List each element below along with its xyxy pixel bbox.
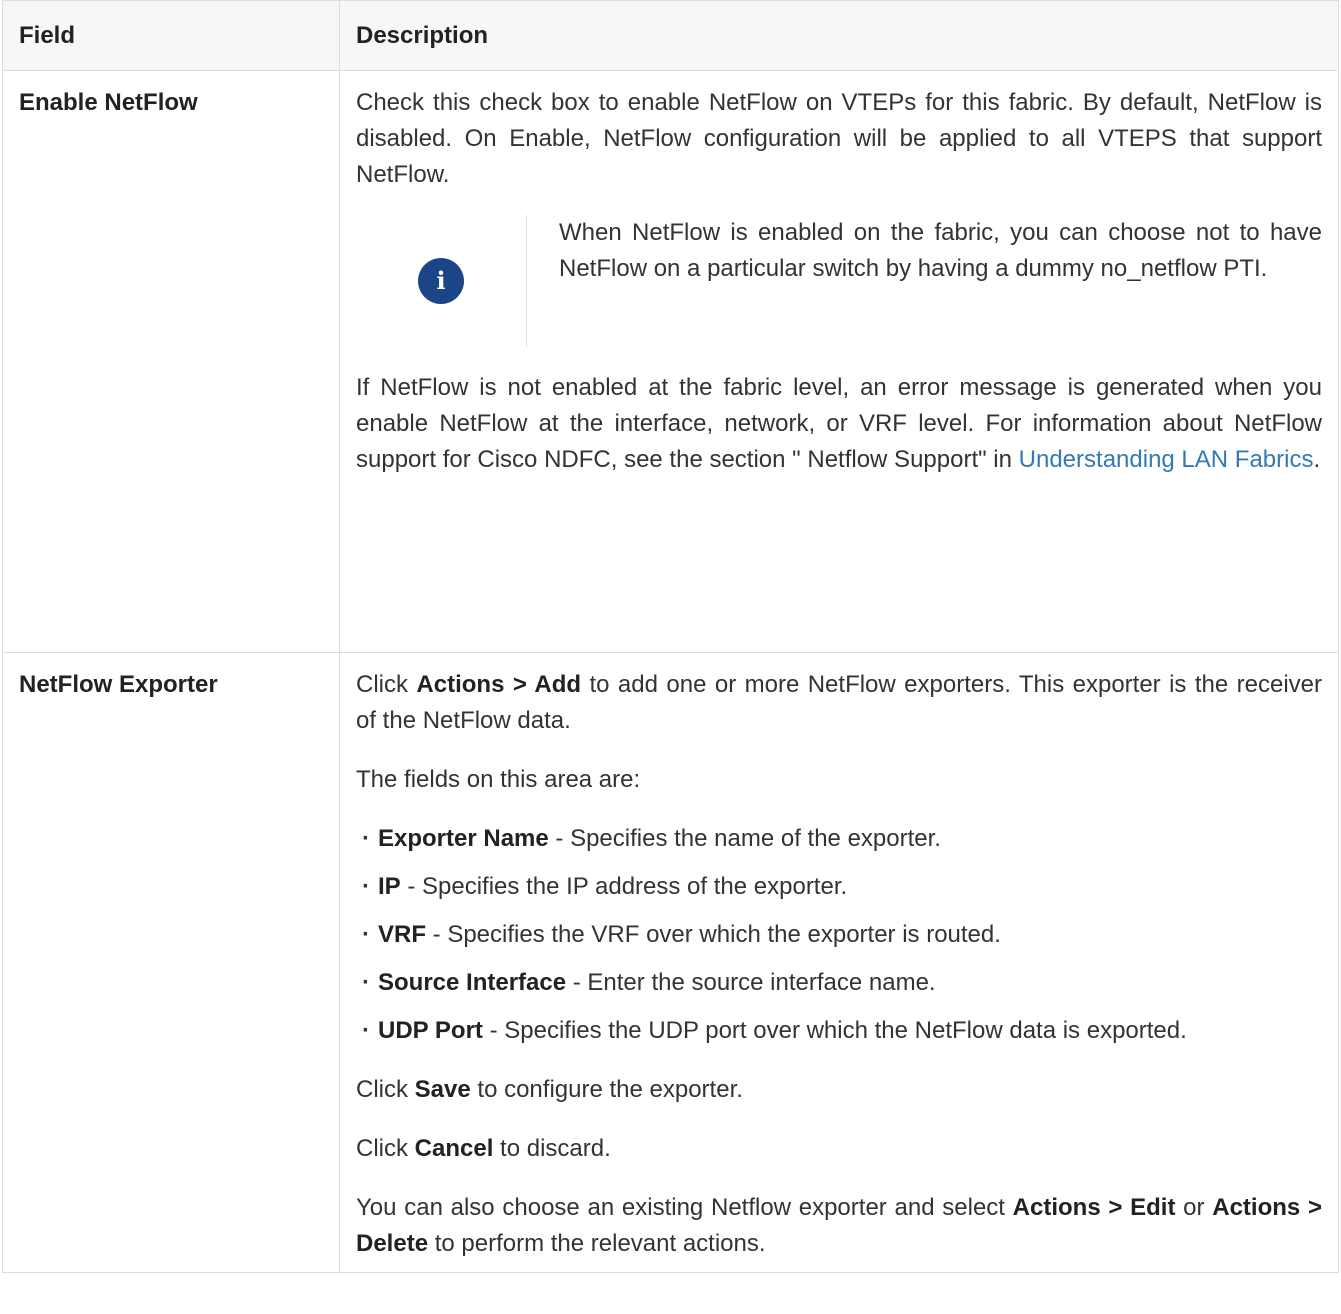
description-paragraph: If NetFlow is not enabled at the fabric … — [356, 374, 1322, 473]
note-text: When NetFlow is enabled on the fabric, y… — [559, 219, 1322, 282]
header-description: Description — [339, 0, 1339, 71]
description-paragraph: Click Actions > Add to add one or more N… — [356, 671, 1322, 734]
list-item: VRF - Specifies the VRF over which the e… — [362, 917, 1322, 953]
field-name: NetFlow Exporter — [2, 652, 340, 1273]
info-icon: i — [418, 258, 464, 304]
exporter-fields-list: Exporter Name - Specifies the name of th… — [356, 821, 1322, 1049]
field-name: Enable NetFlow — [2, 70, 340, 653]
field-description: Click Actions > Add to add one or more N… — [339, 652, 1339, 1273]
list-item: Source Interface - Enter the source inte… — [362, 965, 1322, 1001]
description-paragraph: Click Save to configure the exporter. — [356, 1076, 743, 1103]
list-item: UDP Port - Specifies the UDP port over w… — [362, 1013, 1322, 1049]
field-description: Check this check box to enable NetFlow o… — [339, 70, 1339, 653]
description-paragraph: Click Cancel to discard. — [356, 1135, 611, 1162]
netflow-fields-table: Field Description Enable NetFlow Check t… — [2, 0, 1339, 1273]
description-paragraph: The fields on this area are: — [356, 766, 641, 793]
table-row: Enable NetFlow Check this check box to e… — [2, 70, 1339, 653]
header-field: Field — [2, 0, 340, 71]
understanding-lan-fabrics-link[interactable]: Understanding LAN Fabrics — [1019, 446, 1314, 473]
table-header-row: Field Description — [2, 0, 1339, 71]
table-row: NetFlow Exporter Click Actions > Add to … — [2, 652, 1339, 1273]
description-paragraph: You can also choose an existing Netflow … — [356, 1194, 1322, 1257]
description-paragraph: Check this check box to enable NetFlow o… — [356, 89, 1322, 188]
note-callout: i When NetFlow is enabled on the fabric,… — [356, 215, 1322, 347]
list-item: IP - Specifies the IP address of the exp… — [362, 869, 1322, 905]
list-item: Exporter Name - Specifies the name of th… — [362, 821, 1322, 857]
